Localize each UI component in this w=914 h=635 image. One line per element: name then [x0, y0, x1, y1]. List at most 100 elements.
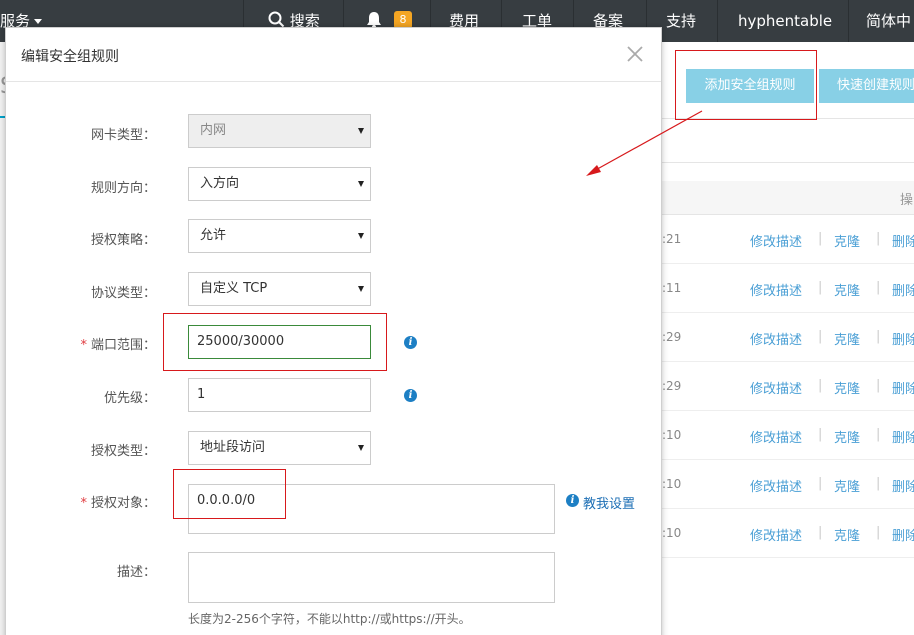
edit-description-link[interactable]: 修改描述 — [750, 280, 802, 299]
edit-description-link[interactable]: 修改描述 — [750, 525, 802, 544]
nav-user[interactable]: hyphentable — [738, 0, 832, 42]
link-separator: | — [818, 231, 823, 246]
clone-link[interactable]: 克隆 — [834, 280, 860, 299]
description-label: 描述： — [116, 565, 156, 580]
delete-link[interactable]: 删除 — [892, 427, 914, 446]
link-separator: | — [818, 525, 823, 540]
delete-link[interactable]: 删除 — [892, 329, 914, 348]
edit-description-link[interactable]: 修改描述 — [750, 329, 802, 348]
nic-type-label: 网卡类型： — [90, 128, 156, 143]
nic-type-value: 内网 — [200, 123, 227, 138]
nav-divider — [717, 0, 718, 42]
annotation-arrow — [586, 110, 703, 176]
direction-label: 规则方向： — [90, 181, 156, 196]
edit-description-link[interactable]: 修改描述 — [750, 378, 802, 397]
direction-value: 入方向 — [200, 176, 240, 191]
link-separator: | — [818, 280, 823, 295]
dropdown-arrow-icon — [358, 128, 364, 134]
link-separator: | — [818, 427, 823, 442]
close-icon[interactable] — [623, 42, 647, 66]
dropdown-arrow-icon — [358, 181, 364, 187]
description-textarea[interactable] — [188, 552, 555, 603]
clone-link[interactable]: 克隆 — [834, 476, 860, 495]
delete-link[interactable]: 删除 — [892, 280, 914, 299]
link-separator: | — [818, 476, 823, 491]
info-icon: i — [566, 494, 579, 507]
nav-language[interactable]: 简体中 — [866, 0, 911, 42]
clone-link[interactable]: 克隆 — [834, 378, 860, 397]
dialog-title: 编辑安全组规则 — [21, 49, 119, 65]
quick-create-rule-button[interactable]: 快速创建规则 — [819, 69, 914, 103]
auth-type-select[interactable]: 地址段访问 — [188, 431, 371, 465]
link-separator: | — [818, 378, 823, 393]
auth-object-label-text: 授权对象： — [90, 496, 156, 511]
link-separator: | — [818, 329, 823, 344]
direction-select[interactable]: 入方向 — [188, 167, 371, 201]
delete-link[interactable]: 删除 — [892, 378, 914, 397]
operations-column-header: 操 — [900, 193, 914, 208]
edit-security-rule-dialog: 编辑安全组规则 网卡类型： 内网 规则方向： 入方向 授权策略： 允许 协议类型… — [5, 27, 662, 635]
search-icon — [268, 11, 285, 28]
clone-link[interactable]: 克隆 — [834, 427, 860, 446]
table-row: :10 修改描述 | 克隆 | 删除 — [662, 411, 914, 460]
link-separator: | — [876, 378, 881, 393]
row-time: :29 — [662, 379, 682, 393]
link-separator: | — [876, 329, 881, 344]
row-time: :11 — [662, 281, 682, 295]
clone-link[interactable]: 克隆 — [834, 329, 860, 348]
port-range-label-text: 端口范围： — [90, 338, 156, 353]
row-time: :21 — [662, 232, 682, 246]
table-row: :29 修改描述 | 克隆 | 删除 — [662, 313, 914, 362]
priority-input[interactable]: 1 — [188, 378, 371, 412]
caret-down-icon — [34, 19, 43, 24]
dropdown-arrow-icon — [358, 286, 364, 292]
port-range-label: * 端口范围： — [6, 334, 156, 353]
delete-link[interactable]: 删除 — [892, 525, 914, 544]
required-mark: * — [80, 338, 87, 353]
protocol-select[interactable]: 自定义 TCP — [188, 272, 371, 306]
policy-label: 授权策略： — [90, 233, 156, 248]
annotation-box-port-range — [163, 313, 387, 371]
table-row: :29 修改描述 | 克隆 | 删除 — [662, 362, 914, 411]
table-row: :21 修改描述 | 克隆 | 删除 — [662, 215, 914, 264]
clone-link[interactable]: 克隆 — [834, 231, 860, 250]
required-mark: * — [80, 496, 87, 511]
protocol-label: 协议类型： — [90, 286, 156, 301]
table-row: :10 修改描述 | 克隆 | 删除 — [662, 509, 914, 558]
link-separator: | — [876, 427, 881, 442]
edit-description-link[interactable]: 修改描述 — [750, 427, 802, 446]
row-time: :10 — [662, 428, 682, 442]
link-separator: | — [876, 476, 881, 491]
row-time: :10 — [662, 526, 682, 540]
delete-link[interactable]: 删除 — [892, 476, 914, 495]
auth-type-label: 授权类型： — [90, 444, 156, 459]
auth-type-value: 地址段访问 — [200, 440, 266, 455]
dropdown-arrow-icon — [358, 233, 364, 239]
dropdown-arrow-icon — [358, 445, 364, 451]
rules-table-header — [662, 181, 914, 215]
edit-description-link[interactable]: 修改描述 — [750, 476, 802, 495]
priority-label: 优先级： — [103, 391, 156, 406]
row-time: :10 — [662, 477, 682, 491]
table-row: :11 修改描述 | 克隆 | 删除 — [662, 264, 914, 313]
help-setup-link[interactable]: 教我设置 — [583, 493, 635, 512]
annotation-box-auth-object — [173, 469, 286, 519]
dialog-header: 编辑安全组规则 — [6, 28, 661, 82]
clone-link[interactable]: 克隆 — [834, 525, 860, 544]
link-separator: | — [876, 525, 881, 540]
nav-support[interactable]: 支持 — [666, 0, 696, 42]
delete-link[interactable]: 删除 — [892, 231, 914, 250]
edit-description-link[interactable]: 修改描述 — [750, 231, 802, 250]
link-separator: | — [876, 280, 881, 295]
table-row: :10 修改描述 | 克隆 | 删除 — [662, 460, 914, 509]
protocol-value: 自定义 TCP — [200, 281, 268, 296]
nic-type-select[interactable]: 内网 — [188, 114, 371, 148]
info-icon[interactable]: i — [404, 389, 417, 402]
nav-divider — [848, 0, 849, 42]
policy-value: 允许 — [200, 228, 227, 243]
row-time: :29 — [662, 330, 682, 344]
link-separator: | — [876, 231, 881, 246]
info-icon[interactable]: i — [404, 336, 417, 349]
auth-object-label: * 授权对象： — [6, 492, 156, 511]
policy-select[interactable]: 允许 — [188, 219, 371, 253]
